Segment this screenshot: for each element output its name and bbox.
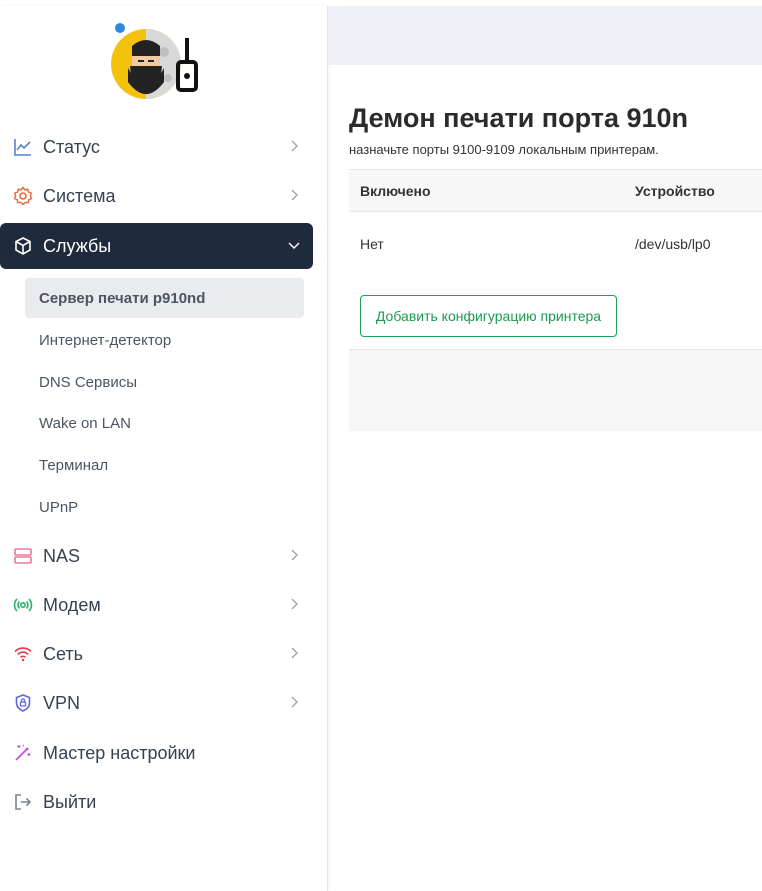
sidebar-item-label: Модем bbox=[43, 594, 101, 615]
table-footer bbox=[349, 349, 762, 431]
sidebar-item-label: VPN bbox=[43, 692, 81, 713]
app-logo-icon bbox=[111, 23, 198, 99]
chevron-right-icon bbox=[287, 139, 301, 153]
broadcast-icon bbox=[13, 595, 33, 615]
sidebar-item-logout[interactable]: Выйти bbox=[0, 779, 313, 825]
sub-item-dns-services[interactable]: DNS Сервисы bbox=[25, 362, 304, 402]
page-description: назначьте порты 9100-9109 локальным прин… bbox=[349, 142, 659, 157]
printer-table: Включено Устройство Нет /dev/usb/lp0 Доб… bbox=[349, 169, 762, 431]
sidebar-item-label: Выйти bbox=[43, 791, 97, 812]
cell-device: /dev/usb/lp0 bbox=[635, 236, 711, 252]
wifi-icon bbox=[13, 644, 33, 664]
chevron-right-icon bbox=[287, 597, 301, 611]
page-title: Демон печати порта 910n bbox=[349, 103, 689, 133]
sidebar-item-label: Система bbox=[43, 185, 116, 206]
chevron-down-icon bbox=[287, 238, 301, 252]
add-printer-config-button[interactable]: Добавить конфигурацию принтера bbox=[360, 295, 617, 337]
logout-icon bbox=[13, 792, 33, 812]
column-header-enabled: Включено bbox=[360, 183, 431, 199]
gear-icon bbox=[13, 186, 33, 206]
table-header-row: Включено Устройство bbox=[349, 169, 762, 212]
sub-item-p910nd[interactable]: Сервер печати p910nd bbox=[25, 278, 304, 318]
server-icon bbox=[13, 546, 33, 566]
sub-item-wake-on-lan[interactable]: Wake on LAN bbox=[25, 403, 304, 443]
cell-enabled: Нет bbox=[360, 236, 384, 252]
cube-icon bbox=[13, 236, 33, 256]
sub-item-terminal[interactable]: Терминал bbox=[25, 445, 304, 485]
sidebar-item-nas[interactable]: NAS bbox=[0, 533, 313, 579]
chevron-right-icon bbox=[287, 188, 301, 202]
chevron-right-icon bbox=[287, 695, 301, 709]
main-header bbox=[328, 6, 762, 65]
sidebar-item-label: NAS bbox=[43, 545, 81, 566]
sidebar-item-modem[interactable]: Модем bbox=[0, 582, 313, 628]
shield-icon bbox=[13, 693, 33, 713]
sidebar-item-label: Мастер настройки bbox=[43, 742, 196, 763]
sidebar-item-system[interactable]: Система bbox=[0, 173, 313, 219]
magic-wand-icon bbox=[13, 743, 33, 763]
sidebar-item-vpn[interactable]: VPN bbox=[0, 680, 313, 726]
sidebar-item-network[interactable]: Сеть bbox=[0, 631, 313, 677]
sidebar-item-services[interactable]: Службы bbox=[0, 223, 313, 269]
sub-item-internet-detector[interactable]: Интернет-детектор bbox=[25, 320, 304, 360]
sidebar-item-label: Сеть bbox=[43, 643, 84, 664]
sidebar-item-label: Службы bbox=[43, 235, 112, 256]
sidebar: Статус Система Службы Сервер печати p910… bbox=[0, 6, 328, 891]
chevron-right-icon bbox=[287, 548, 301, 562]
column-header-device: Устройство bbox=[635, 183, 715, 199]
sidebar-item-label: Статус bbox=[43, 136, 100, 157]
chart-line-icon bbox=[13, 137, 33, 157]
sub-item-upnp[interactable]: UPnP bbox=[25, 487, 304, 527]
sidebar-item-status[interactable]: Статус bbox=[0, 124, 313, 170]
chevron-right-icon bbox=[287, 646, 301, 660]
sidebar-item-setup-wizard[interactable]: Мастер настройки bbox=[0, 730, 313, 776]
